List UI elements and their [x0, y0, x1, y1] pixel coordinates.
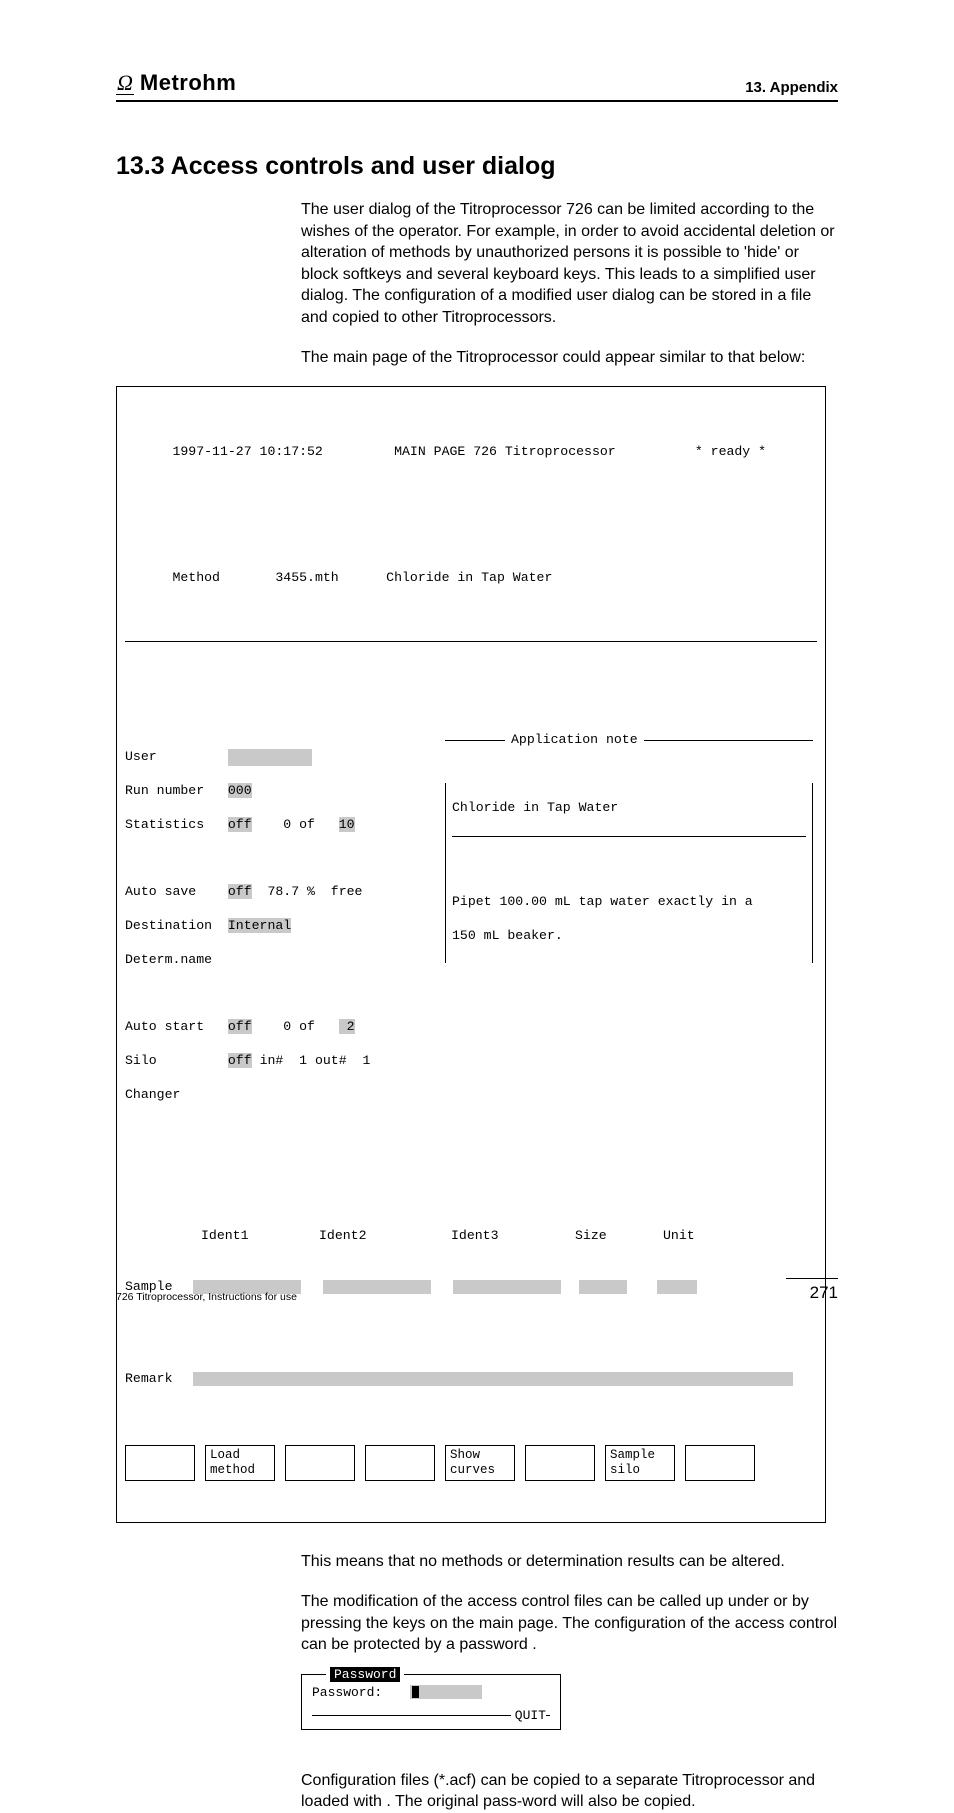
silo-in: in# [260, 1053, 284, 1068]
autostart-n[interactable]: 2 [339, 1019, 355, 1034]
method-desc: Chloride in Tap Water [386, 570, 552, 585]
paragraph-3: This means that no methods or determinat… [301, 1551, 838, 1573]
terminal-screenshot: 1997-11-27 10:17:52 MAIN PAGE 726 Titrop… [116, 386, 826, 1523]
remark-field[interactable] [193, 1372, 793, 1386]
size-label: Size [575, 1228, 663, 1245]
app-note-title: Application note [505, 732, 644, 749]
paragraph-5: Configuration files (*.acf) can be copie… [301, 1770, 838, 1813]
softkey-8[interactable] [685, 1445, 755, 1481]
stats-label: Statistics [125, 817, 204, 832]
run-value[interactable]: 000 [228, 783, 252, 798]
softkey-4[interactable] [365, 1445, 435, 1481]
cursor-icon [412, 1686, 419, 1698]
password-quit[interactable]: QUIT [511, 1708, 546, 1723]
paragraph-4: The modification of the access control f… [301, 1591, 838, 1656]
silo-label: Silo [125, 1053, 157, 1068]
silo-out-n: 1 [362, 1053, 370, 1068]
autostart-value[interactable]: off [228, 1019, 252, 1034]
autostart-of: 0 of [283, 1019, 315, 1034]
softkey-show-curves[interactable]: Show curves [445, 1445, 515, 1481]
stats-value[interactable]: off [228, 817, 252, 832]
password-label: Password: [312, 1685, 382, 1700]
password-legend: Password [330, 1667, 400, 1682]
silo-value[interactable]: off [228, 1053, 252, 1068]
term-title: MAIN PAGE 726 Titroprocessor [394, 444, 616, 459]
softkey-row: Load method Show curves Sample silo [125, 1445, 817, 1481]
app-note-line1: Chloride in Tap Water [452, 800, 806, 817]
chapter-label: 13. Appendix [745, 79, 838, 96]
password-input[interactable] [410, 1685, 482, 1699]
stats-of: 0 of [283, 817, 315, 832]
method-label: Method [172, 570, 219, 585]
password-dialog: Password Password: QUIT [301, 1674, 561, 1730]
ident2-label: Ident2 [319, 1228, 451, 1245]
run-label: Run number [125, 783, 204, 798]
dest-value[interactable]: Internal [228, 918, 291, 933]
footer-text: 726 Titroprocessor, Instructions for use [116, 1291, 297, 1303]
app-note-line2: Pipet 100.00 mL tap water exactly in a [452, 894, 806, 911]
softkey-6[interactable] [525, 1445, 595, 1481]
intro-paragraph-2: The main page of the Titroprocessor coul… [301, 347, 838, 369]
user-label: User [125, 749, 157, 764]
autosave-label: Auto save [125, 884, 196, 899]
unit-label: Unit [663, 1228, 695, 1245]
app-note-line3: 150 mL beaker. [452, 928, 806, 945]
intro-paragraph-1: The user dialog of the Titroprocessor 72… [301, 199, 838, 329]
brand-symbol: Ω [116, 72, 134, 95]
user-field[interactable] [228, 749, 312, 766]
silo-in-n: 1 [299, 1053, 307, 1068]
softkey-1[interactable] [125, 1445, 195, 1481]
page-number: 271 [786, 1278, 838, 1303]
softkey-3[interactable] [285, 1445, 355, 1481]
ident3-label: Ident3 [451, 1228, 575, 1245]
method-file: 3455.mth [275, 570, 338, 585]
autostart-label: Auto start [125, 1019, 204, 1034]
autosave-value[interactable]: off [228, 884, 252, 899]
autosave-free: free [331, 884, 363, 899]
ident1-label: Ident1 [201, 1228, 319, 1245]
stats-n[interactable]: 10 [339, 817, 355, 832]
dest-label: Destination [125, 918, 212, 933]
detname-label: Determ.name [125, 952, 212, 967]
term-timestamp: 1997-11-27 10:17:52 [172, 444, 322, 459]
silo-out: out# [315, 1053, 347, 1068]
softkey-load-method[interactable]: Load method [205, 1445, 275, 1481]
softkey-sample-silo[interactable]: Sample silo [605, 1445, 675, 1481]
term-status: * ready * [695, 444, 766, 459]
remark-label: Remark [125, 1371, 193, 1388]
page-header: Ω Metrohm 13. Appendix [116, 70, 838, 102]
brand-name: Metrohm [140, 70, 236, 96]
brand-logo: Ω Metrohm [116, 70, 236, 96]
changer-label: Changer [125, 1087, 180, 1102]
section-title: 13.3 Access controls and user dialog [116, 152, 838, 181]
page-footer: 726 Titroprocessor, Instructions for use… [116, 1278, 838, 1303]
autosave-pct: 78.7 % [267, 884, 314, 899]
